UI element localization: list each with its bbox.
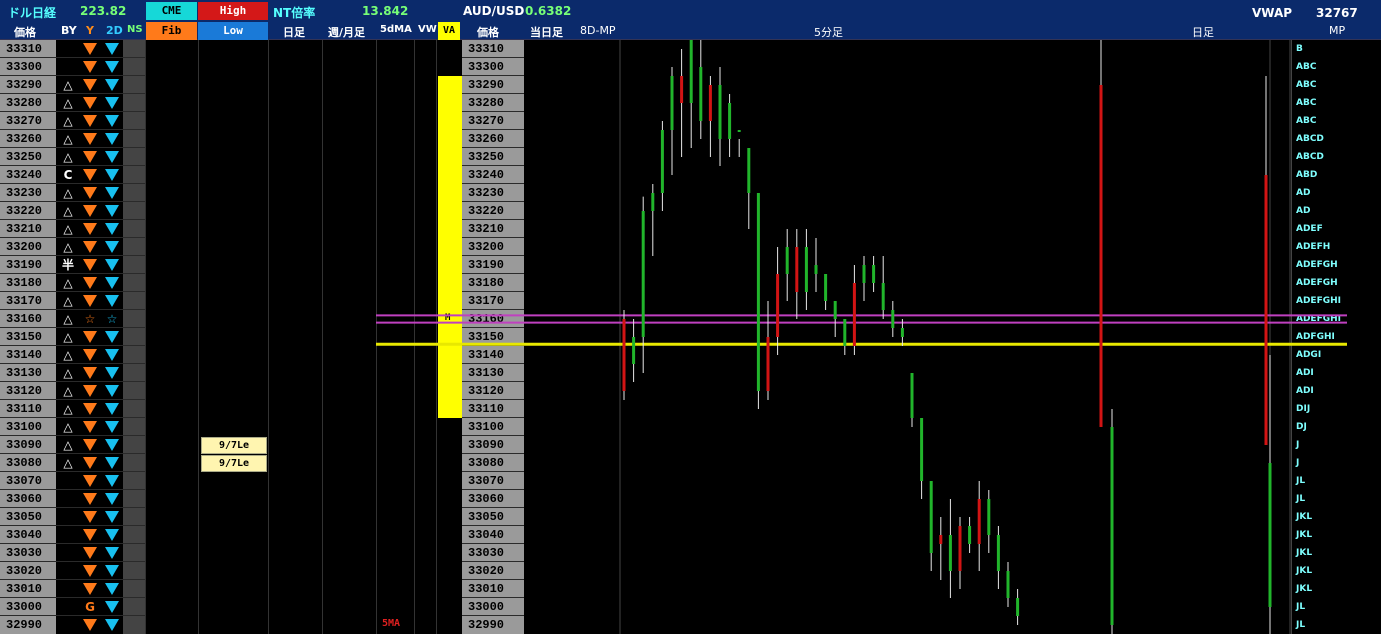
candle-body bbox=[814, 265, 818, 274]
daily-candle-body bbox=[1264, 175, 1268, 445]
candle-body bbox=[891, 310, 895, 328]
candle-body bbox=[843, 319, 847, 346]
audusd-value: 0.6382 bbox=[525, 4, 572, 18]
ma5-column-header: 5dMA bbox=[380, 24, 412, 35]
candle-body bbox=[795, 247, 799, 292]
price-column-header: 価格 bbox=[14, 26, 36, 39]
high-button[interactable]: High bbox=[198, 2, 268, 20]
candle-body bbox=[718, 85, 722, 139]
fib-button[interactable]: Fib bbox=[146, 22, 197, 40]
daily-column-header: 日足 bbox=[283, 26, 305, 39]
candle-body bbox=[766, 337, 770, 391]
candle-body bbox=[737, 130, 741, 132]
today-column-header: 当日足 bbox=[530, 26, 563, 39]
candle-body bbox=[977, 499, 981, 544]
vw-column-header: VW bbox=[418, 24, 437, 35]
cme-button[interactable]: CME bbox=[146, 2, 197, 20]
candle-body bbox=[747, 148, 751, 193]
nt-ratio-label: NT倍率 bbox=[273, 6, 316, 20]
candle-body bbox=[920, 418, 924, 481]
candle-body bbox=[833, 301, 837, 319]
vwap-label: VWAP bbox=[1252, 6, 1293, 20]
ns-column-header: NS bbox=[127, 24, 143, 35]
candle-body bbox=[1006, 571, 1010, 598]
candle-body bbox=[862, 265, 866, 283]
candle-body bbox=[708, 85, 712, 121]
daily-candle-body bbox=[1268, 463, 1272, 607]
candle-body bbox=[872, 265, 876, 283]
vwap-value: 32767 bbox=[1316, 6, 1358, 20]
candle-body bbox=[929, 481, 933, 553]
candle-body bbox=[699, 67, 703, 121]
audusd-label: AUD/USD bbox=[463, 4, 525, 18]
daily-candle-body bbox=[1099, 85, 1103, 427]
candle-body bbox=[948, 535, 952, 571]
candle-body bbox=[785, 247, 789, 274]
candle-body bbox=[622, 319, 626, 391]
candle-body bbox=[958, 526, 962, 571]
candle-body bbox=[680, 76, 684, 103]
candle-body bbox=[651, 193, 655, 211]
candlestick-chart bbox=[376, 40, 1347, 634]
candle-body bbox=[852, 283, 856, 346]
weekly-monthly-column-header: 週/月足 bbox=[328, 26, 366, 39]
candle-body bbox=[1016, 598, 1020, 616]
daily-chart-column-header: 日足 bbox=[1192, 26, 1214, 39]
candle-body bbox=[900, 328, 904, 337]
nikkei-dollar-label: ドル日経 bbox=[8, 6, 57, 20]
y-column-header: Y bbox=[86, 24, 94, 37]
candle-body bbox=[670, 76, 674, 130]
daily-candle-body bbox=[1110, 427, 1114, 625]
low-button[interactable]: Low bbox=[198, 22, 268, 40]
candle-body bbox=[987, 499, 991, 535]
candle-body bbox=[641, 211, 645, 337]
2d-column-header: 2D bbox=[106, 24, 123, 37]
candle-body bbox=[632, 337, 636, 364]
by-column-header: BY bbox=[61, 24, 77, 37]
candle-body bbox=[804, 247, 808, 292]
8d-mp-column-header: 8D-MP bbox=[580, 24, 616, 37]
va-toggle-button[interactable]: VA bbox=[438, 22, 460, 40]
candle-body bbox=[728, 103, 732, 139]
candle-body bbox=[756, 193, 760, 391]
candle-body bbox=[660, 130, 664, 193]
nt-ratio-value: 13.842 bbox=[362, 4, 409, 18]
candle-body bbox=[824, 274, 828, 301]
5min-column-header: 5分足 bbox=[814, 26, 843, 39]
mp-column-header: MP bbox=[1329, 24, 1346, 37]
candle-body bbox=[910, 373, 914, 418]
nikkei-dollar-value: 223.82 bbox=[80, 4, 127, 18]
candle-body bbox=[881, 283, 885, 310]
price2-column-header: 価格 bbox=[477, 26, 499, 39]
candle-body bbox=[776, 274, 780, 337]
candle-body bbox=[968, 526, 972, 544]
candle-body bbox=[996, 535, 1000, 571]
candle-body bbox=[939, 535, 943, 544]
candle-body bbox=[689, 40, 693, 103]
